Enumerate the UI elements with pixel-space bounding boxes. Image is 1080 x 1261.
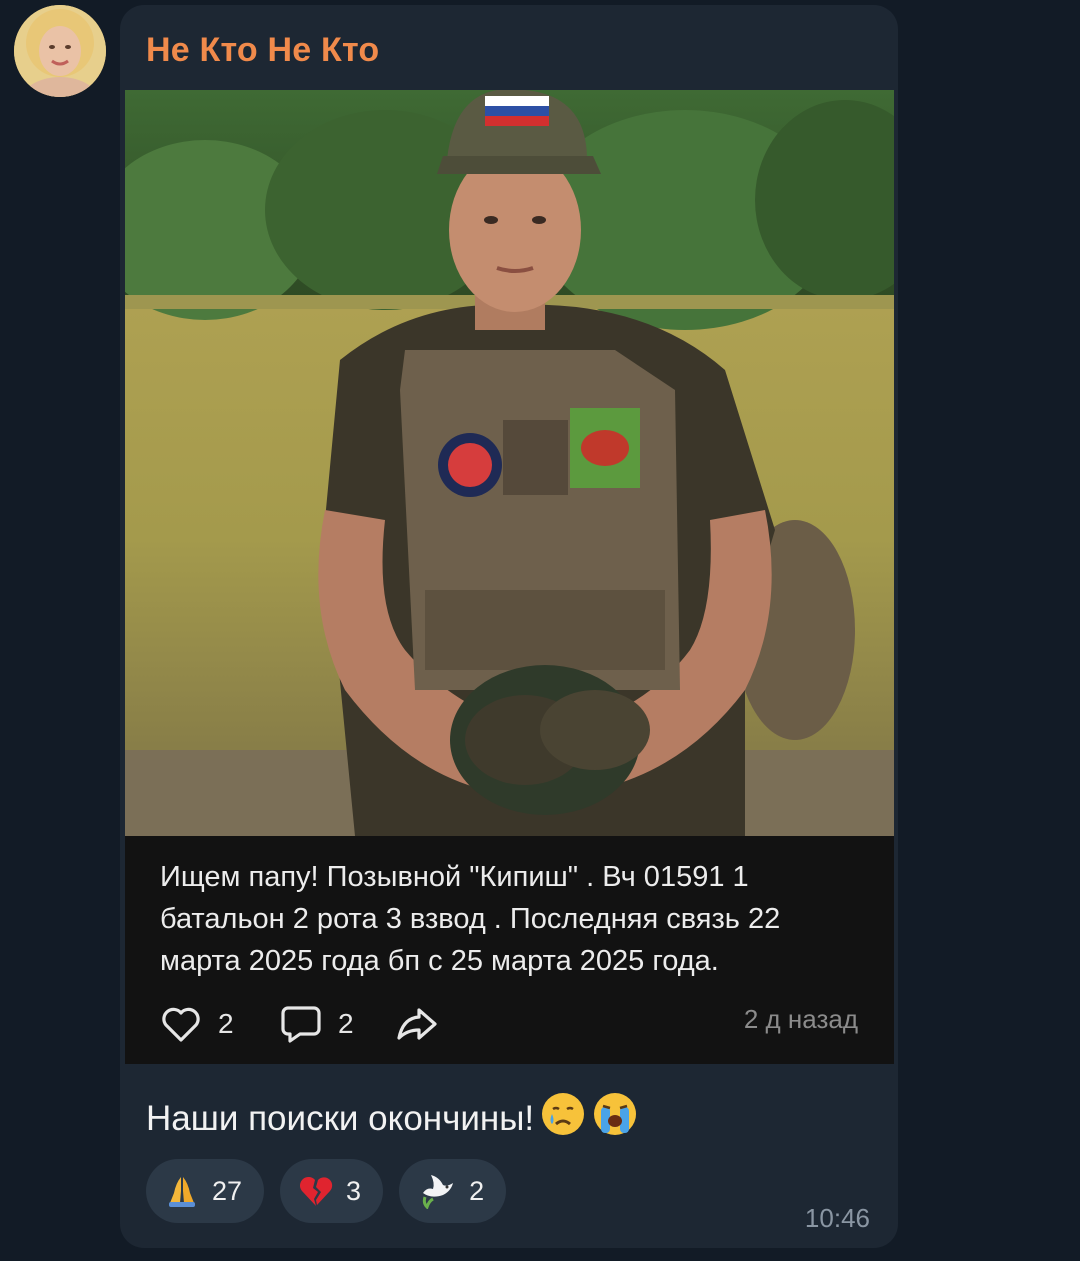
like-count: 2	[218, 1008, 234, 1039]
comment-button[interactable]: 2	[280, 1002, 354, 1046]
reaction-count: 27	[212, 1175, 243, 1206]
reactions-bar: 27 3 2	[146, 1159, 507, 1223]
message-bubble: Не Кто Не Кто Ищем папу! Позывной "Кипиш…	[120, 5, 898, 1248]
crying-face-icon	[540, 1091, 586, 1146]
like-button[interactable]: 2	[160, 1002, 234, 1046]
post-time-ago: 2 д назад	[743, 1004, 858, 1034]
reaction-dove[interactable]: 2	[399, 1159, 507, 1223]
post-card[interactable]: Ищем папу! Позывной "Кипиш" . Вч 01591 1…	[125, 836, 894, 1064]
share-button[interactable]	[395, 1002, 439, 1046]
user-avatar-icon	[14, 5, 106, 97]
reaction-count: 2	[469, 1175, 485, 1206]
message-text-row: Наши поиски окончины!	[146, 1091, 638, 1146]
post-photo[interactable]	[125, 90, 894, 836]
comment-count: 2	[338, 1008, 354, 1039]
reaction-count: 3	[346, 1175, 362, 1206]
folded-hands-icon	[169, 1177, 195, 1207]
reaction-folded-hands[interactable]: 27	[146, 1159, 265, 1223]
post-text: Ищем папу! Позывной "Кипиш" . Вч 01591 1…	[160, 861, 781, 977]
share-icon	[397, 1008, 437, 1040]
sender-avatar[interactable]	[14, 5, 106, 97]
heart-icon	[162, 1007, 200, 1042]
comment-icon	[281, 1006, 321, 1043]
loudly-crying-face-icon	[592, 1091, 638, 1146]
message-text: Наши поиски окончины!	[146, 1098, 535, 1138]
message-timestamp: 10:46	[804, 1203, 870, 1233]
sender-name[interactable]: Не Кто Не Кто	[146, 31, 379, 70]
reaction-broken-heart[interactable]: 3	[280, 1159, 384, 1223]
broken-heart-icon	[300, 1176, 333, 1206]
soldier-photo-image	[125, 90, 894, 836]
dove-icon	[422, 1175, 454, 1209]
